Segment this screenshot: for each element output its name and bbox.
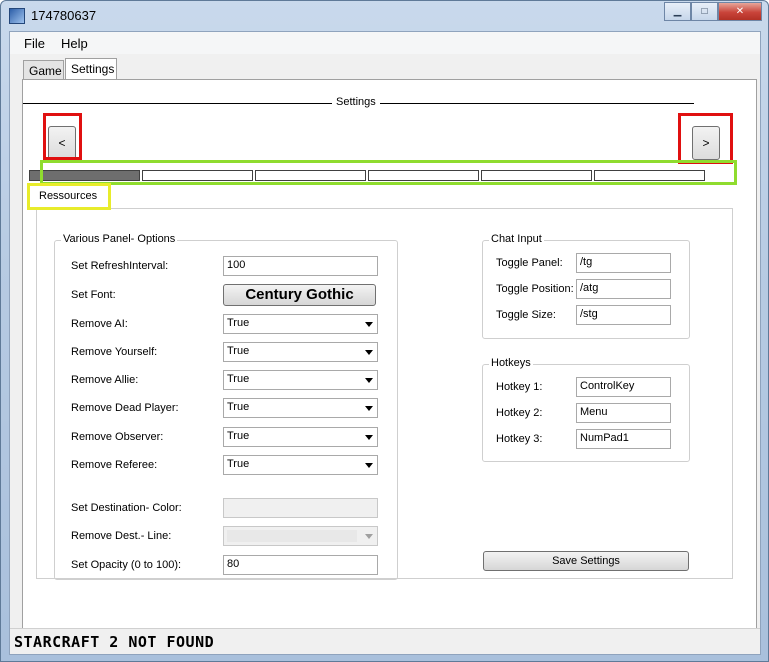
remove-allie-select[interactable]: True (223, 370, 378, 390)
remove-referee-value: True (227, 458, 250, 470)
hotkeys-title: Hotkeys (489, 357, 533, 369)
opacity-input[interactable]: 80 (223, 555, 378, 575)
remove-allie-label: Remove Allie: (71, 374, 139, 386)
hotkey1-label: Hotkey 1: (496, 381, 543, 393)
status-message: STARCRAFT 2 NOT FOUND (14, 633, 215, 651)
section-panel: Various Panel- Options Set RefreshInterv… (36, 208, 733, 580)
remove-observer-select[interactable]: True (223, 427, 378, 447)
chevron-down-icon (365, 463, 373, 468)
toggle-position-label: Toggle Position: (496, 283, 574, 295)
chat-input-title: Chat Input (489, 233, 544, 245)
hotkey2-input[interactable]: Menu (576, 403, 671, 423)
remove-referee-label: Remove Referee: (71, 459, 158, 471)
highlight-next (678, 113, 733, 164)
toggle-panel-input[interactable]: /tg (576, 253, 671, 273)
refresh-interval-input[interactable]: 100 (223, 256, 378, 276)
remove-yourself-select[interactable]: True (223, 342, 378, 362)
highlight-prev (43, 113, 82, 160)
remove-dead-value: True (227, 401, 250, 413)
chevron-down-icon (365, 322, 373, 327)
remove-dead-select[interactable]: True (223, 398, 378, 418)
refresh-label: Set RefreshInterval: (71, 260, 169, 272)
dest-color-input[interactable] (223, 498, 378, 518)
opacity-label: Set Opacity (0 to 100): (71, 559, 182, 571)
remove-dead-label: Remove Dead Player: (71, 402, 179, 414)
status-bar: STARCRAFT 2 NOT FOUND (10, 628, 760, 654)
font-label: Set Font: (71, 289, 116, 301)
hotkey1-input[interactable]: ControlKey (576, 377, 671, 397)
tab-settings[interactable]: Settings (65, 58, 117, 81)
chevron-down-icon (365, 435, 373, 440)
chevron-down-icon (365, 350, 373, 355)
menu-bar: File Help (10, 32, 760, 54)
header-rule-right (380, 103, 694, 104)
panel-options-group: Various Panel- Options Set RefreshInterv… (54, 233, 398, 580)
remove-ai-value: True (227, 317, 250, 329)
save-settings-button[interactable]: Save Settings (483, 551, 689, 571)
remove-yourself-value: True (227, 345, 250, 357)
remove-ai-label: Remove AI: (71, 318, 128, 330)
remove-referee-select[interactable]: True (223, 455, 378, 475)
highlight-section (27, 183, 111, 210)
header-rule-left (23, 103, 332, 104)
window-title: 174780637 (31, 8, 97, 23)
remove-allie-value: True (227, 373, 250, 385)
chevron-down-icon (365, 378, 373, 383)
hotkey3-input[interactable]: NumPad1 (576, 429, 671, 449)
menu-help[interactable]: Help (61, 36, 88, 51)
chat-input-group: Chat Input Toggle Panel: /tg Toggle Posi… (482, 233, 690, 339)
client-area: File Help Game Settings Settings < > Var… (9, 31, 761, 655)
app-window: 174780637 ▁ □ ✕ File Help Game Settings … (0, 0, 769, 662)
settings-tab-page: Settings < > Various Panel- Options Set … (22, 79, 757, 642)
remove-yourself-label: Remove Yourself: (71, 346, 158, 358)
remove-ai-select[interactable]: True (223, 314, 378, 334)
settings-header: Settings (336, 96, 376, 108)
menu-file[interactable]: File (24, 36, 45, 51)
remove-observer-value: True (227, 430, 250, 442)
chevron-down-icon (365, 534, 373, 539)
panel-options-title: Various Panel- Options (61, 233, 178, 245)
remove-observer-label: Remove Observer: (71, 431, 164, 443)
font-button[interactable]: Century Gothic (223, 284, 376, 306)
dest-line-label: Remove Dest.- Line: (71, 530, 172, 542)
chevron-down-icon (365, 406, 373, 411)
hotkeys-group: Hotkeys Hotkey 1: ControlKey Hotkey 2: M… (482, 357, 690, 462)
hotkey3-label: Hotkey 3: (496, 433, 543, 445)
toggle-size-label: Toggle Size: (496, 309, 556, 321)
toggle-position-input[interactable]: /atg (576, 279, 671, 299)
window-controls: ▁ □ ✕ (664, 2, 762, 21)
toggle-size-input[interactable]: /stg (576, 305, 671, 325)
dest-color-label: Set Destination- Color: (71, 502, 182, 514)
hotkey2-label: Hotkey 2: (496, 407, 543, 419)
close-icon[interactable]: ✕ (718, 2, 762, 21)
app-icon (9, 8, 25, 24)
highlight-progress (40, 160, 737, 185)
maximize-icon[interactable]: □ (691, 2, 718, 21)
title-bar[interactable]: 174780637 ▁ □ ✕ (1, 1, 768, 31)
minimize-icon[interactable]: ▁ (664, 2, 691, 21)
toggle-panel-label: Toggle Panel: (496, 257, 563, 269)
tab-game[interactable]: Game (23, 60, 64, 81)
dest-line-select[interactable] (223, 526, 378, 546)
dest-line-value (227, 530, 357, 542)
